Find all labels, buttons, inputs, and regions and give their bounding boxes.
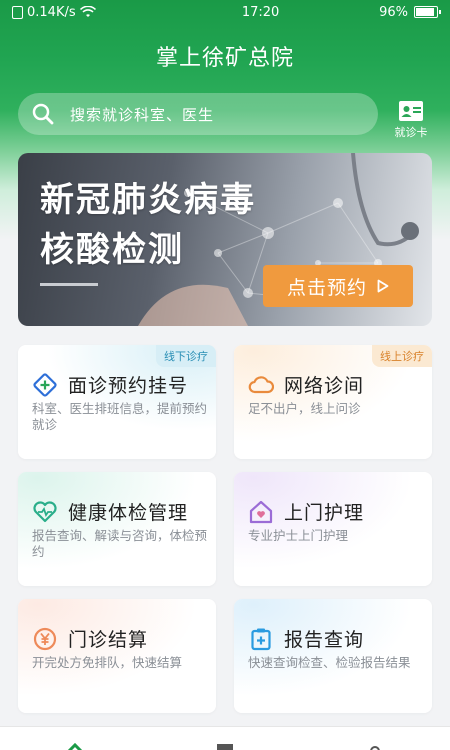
page-title: 掌上徐矿总院 — [155, 46, 294, 71]
clock: 17:20 — [241, 4, 280, 20]
service-tile-health-checkup[interactable]: 健康体检管理 报告查询、解读与咨询，体检预约 — [18, 472, 216, 586]
home-heart-icon — [248, 499, 274, 525]
battery-icon — [414, 6, 441, 18]
banner-title-line1: 新冠肺炎病毒 — [40, 180, 256, 220]
play-arrow-icon — [377, 279, 389, 293]
id-card-icon — [398, 100, 424, 122]
book-now-label: 点击预约 — [286, 276, 367, 299]
user-icon[interactable] — [365, 743, 385, 750]
service-tile-outpatient-payment[interactable]: 门诊结算 开完处方免排队，快速结算 — [18, 599, 216, 713]
bottom-tab-bar — [0, 726, 450, 750]
network-speed: 0.14K/s — [27, 4, 76, 20]
tile-head: 报告查询 — [248, 625, 364, 652]
wifi-icon — [79, 5, 96, 18]
tile-head: 门诊结算 — [32, 625, 148, 652]
medical-card-label: 就诊卡 — [394, 126, 428, 139]
search-placeholder: 搜索就诊科室、医生 — [70, 105, 215, 124]
book-now-button[interactable]: 点击预约 — [263, 265, 413, 307]
tile-title: 门诊结算 — [68, 629, 149, 651]
home-icon[interactable] — [65, 743, 85, 750]
service-tile-report-query[interactable]: 报告查询 快速查询检查、检验报告结果 — [234, 599, 432, 713]
promo-banner[interactable]: 新冠肺炎病毒 核酸检测 点击预约 — [18, 153, 432, 326]
clipboard-plus-icon — [248, 626, 274, 652]
tile-title: 网络诊间 — [284, 375, 365, 397]
status-right: 96% — [379, 4, 441, 20]
search-icon — [32, 103, 54, 125]
status-bar: 0.14K/s 17:20 96% — [0, 0, 450, 24]
banner-title: 新冠肺炎病毒 核酸检测 — [40, 175, 256, 275]
tile-head: 健康体检管理 — [32, 498, 188, 525]
tile-head: 面诊预约挂号 — [32, 371, 188, 398]
tile-head: 上门护理 — [248, 498, 364, 525]
yen-icon — [32, 626, 58, 652]
battery-fill — [416, 8, 435, 16]
tile-title: 上门护理 — [284, 502, 365, 524]
service-tile-appointment[interactable]: 线下诊疗 面诊预约挂号 科室、医生排班信息，提前预约就诊 — [18, 345, 216, 459]
service-tile-home-nursing[interactable]: 上门护理 专业护士上门护理 — [234, 472, 432, 586]
search-input[interactable]: 搜索就诊科室、医生 — [18, 93, 378, 135]
banner-divider — [40, 283, 98, 286]
tile-title: 健康体检管理 — [68, 502, 189, 524]
calendar-icon[interactable] — [215, 743, 235, 750]
tile-desc: 专业护士上门护理 — [248, 528, 349, 543]
tile-desc: 足不出户，线上问诊 — [248, 401, 361, 416]
sim-card-icon — [12, 5, 23, 19]
tile-title: 面诊预约挂号 — [68, 375, 189, 397]
service-tile-online-clinic[interactable]: 线上诊疗 网络诊间 足不出户，线上问诊 — [234, 345, 432, 459]
heart-pulse-icon — [32, 499, 58, 525]
battery-percent: 96% — [379, 4, 408, 20]
cloud-icon — [248, 372, 274, 398]
tile-desc: 科室、医生排班信息，提前预约就诊 — [32, 401, 208, 432]
tile-desc: 开完处方免排队，快速结算 — [32, 655, 183, 670]
tile-desc: 快速查询检查、检验报告结果 — [248, 655, 411, 670]
tile-head: 网络诊间 — [248, 371, 364, 398]
tag-offline: 线下诊疗 — [156, 345, 216, 367]
tile-title: 报告查询 — [284, 629, 365, 651]
tag-online: 线上诊疗 — [372, 345, 432, 367]
medical-card-button[interactable]: 就诊卡 — [388, 100, 434, 140]
diamond-plus-icon — [32, 372, 58, 398]
banner-title-line2: 核酸检测 — [40, 230, 184, 270]
tile-desc: 报告查询、解读与咨询，体检预约 — [32, 528, 208, 559]
